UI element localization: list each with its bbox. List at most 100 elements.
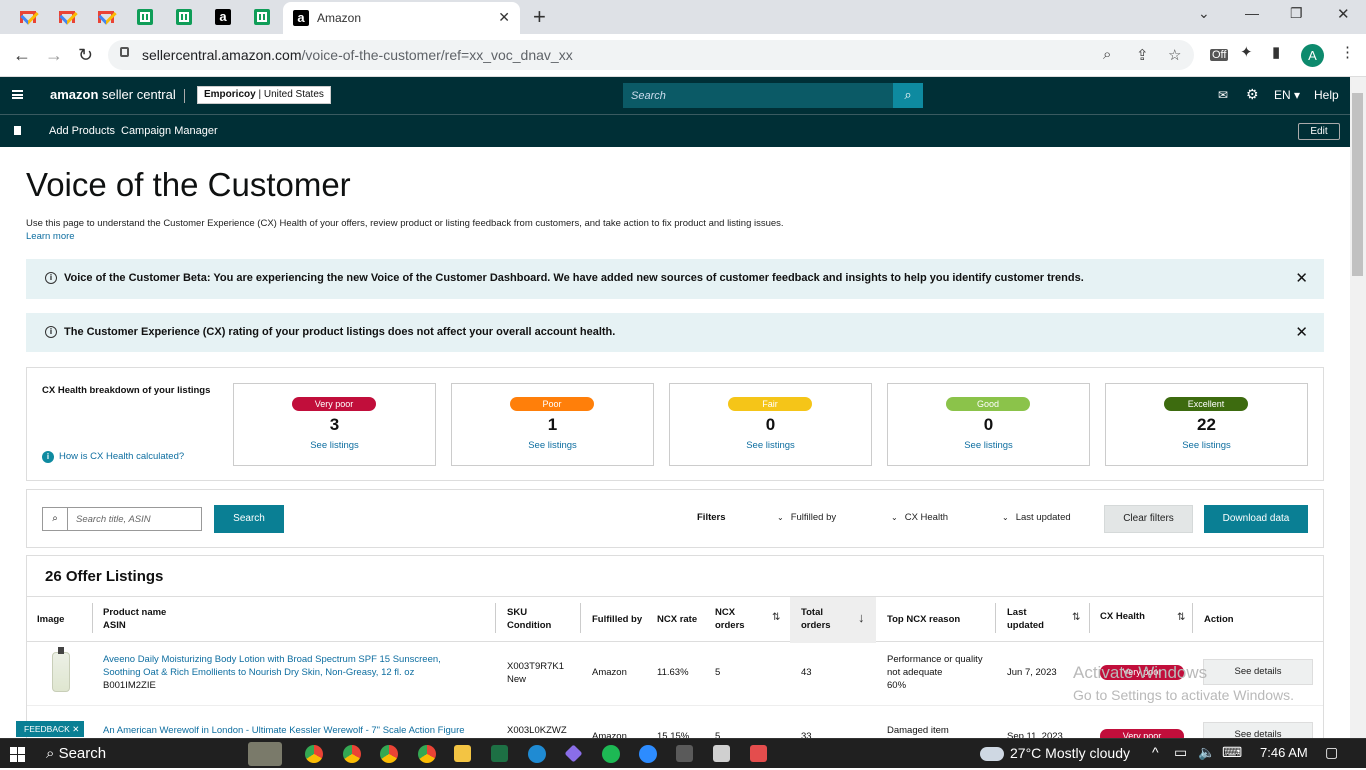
chrome-active-icon[interactable] [418,745,436,763]
reload-icon[interactable]: ↻ [78,45,93,66]
zoom-icon[interactable]: ⌕ [1103,46,1111,63]
weather-text[interactable]: 27°C Mostly cloudy [1010,745,1130,761]
taskbar-clock[interactable]: 7:46 AM [1260,745,1308,760]
sort-icon[interactable]: ⇅ [1072,612,1080,623]
product-name-link[interactable]: An American Werewolf in London - Ultimat… [103,724,465,737]
see-listings-link[interactable]: See listings [888,440,1089,451]
listing-search-input[interactable]: ⌕ Search title, ASIN [42,507,202,531]
product-name-link[interactable]: Aveeno Daily Moisturizing Body Lotion wi… [103,653,441,679]
side-panel-icon[interactable]: ▮ [1272,43,1280,61]
col-cx-health[interactable]: CX Health [1100,610,1145,623]
settings-gear-icon[interactable]: ⚙ [1246,86,1259,103]
close-window-icon[interactable]: ✕ [1337,5,1350,23]
search-button[interactable]: Search [214,505,284,533]
app-icon[interactable] [564,744,583,763]
edit-nav-button[interactable]: Edit [1298,123,1340,140]
header-search-button[interactable]: ⌕ [893,83,923,108]
volume-icon[interactable]: 🔈 [1198,744,1215,761]
col-total-orders[interactable]: Total orders [801,606,831,632]
listings-count-title: 26 Offer Listings [45,568,164,585]
see-listings-link[interactable]: See listings [670,440,871,451]
sheets-tab-icon[interactable] [134,6,156,28]
hamburger-menu-icon[interactable] [12,90,23,99]
sku-value: X003L0KZWZ [507,725,567,736]
nav-campaign-manager[interactable]: Campaign Manager [121,125,218,137]
how-cx-calculated-link[interactable]: i How is CX Health calculated? [42,451,184,463]
gmail-tab-icon[interactable] [56,6,78,28]
tray-chevron-icon[interactable]: ^ [1152,744,1159,760]
active-tab[interactable]: a Amazon ✕ [283,2,520,34]
last-updated-dropdown[interactable]: ⌄ Last updated [1002,512,1071,523]
col-last-updated[interactable]: Last updated [1007,606,1044,632]
header-search-input[interactable]: Search [623,83,893,108]
file-explorer-icon[interactable] [454,745,471,762]
page-description: Use this page to understand the Customer… [26,218,784,229]
see-listings-link[interactable]: See listings [452,440,653,451]
fulfilled-by-dropdown[interactable]: ⌄ Fulfilled by [777,512,836,523]
close-banner-icon[interactable]: ✕ [1295,323,1308,341]
notepad-icon[interactable] [713,745,730,762]
snipping-tool-icon[interactable] [750,745,767,762]
share-icon[interactable]: ⇪ [1136,46,1149,64]
search-icon: ⌕ [904,87,912,102]
account-switcher[interactable]: Emporicoy | United States [197,86,331,104]
omnibox[interactable]: sellercentral.amazon.com/voice-of-the-cu… [108,40,1194,70]
zoom-app-icon[interactable] [639,745,657,763]
gmail-tab-icon[interactable] [17,6,39,28]
spotify-icon[interactable] [602,745,620,763]
extension-off-icon[interactable]: Off [1210,49,1229,61]
amazon-tab-icon[interactable]: a [212,6,234,28]
restore-icon[interactable]: ❐ [1290,5,1303,22]
minimize-icon[interactable]: — [1245,5,1259,21]
new-tab-icon[interactable]: + [533,4,546,30]
calculator-icon[interactable] [676,745,693,762]
browser-menu-icon[interactable]: ⋮ [1340,43,1355,61]
scrollbar-thumb[interactable] [1352,93,1363,276]
network-icon[interactable]: ▭ [1174,744,1187,761]
cx-status-pill: Excellent [1164,397,1248,411]
sheets-tab-icon[interactable] [251,6,273,28]
mail-icon[interactable]: ✉ [1218,88,1228,102]
windows-taskbar: ⌕ Search 27°C Mostly cloudy ^ ▭ 🔈 ⌨ 7:46… [0,738,1366,768]
cx-health-dropdown[interactable]: ⌄ CX Health [891,512,948,523]
chrome-icon[interactable] [380,745,398,763]
extensions-puzzle-icon[interactable]: ✦ [1240,43,1253,61]
gmail-tab-icon[interactable] [95,6,117,28]
feedback-button[interactable]: FEEDBACK ✕ [16,721,84,737]
sheets-tab-icon[interactable] [173,6,195,28]
forward-icon[interactable]: → [45,45,63,66]
chrome-icon[interactable] [343,745,361,763]
col-sku: SKU Condition [507,607,552,631]
sort-icon[interactable]: ⇅ [1177,612,1185,623]
excel-icon[interactable] [491,745,508,762]
top-ncx-reason: Performance or quality not adequate 60% [887,654,983,691]
windows-start-icon[interactable] [10,747,25,762]
tab-search-icon[interactable]: ⌄ [1198,5,1210,22]
notifications-icon[interactable]: ▢ [1325,744,1338,761]
close-tab-icon[interactable]: ✕ [498,9,510,26]
back-icon[interactable]: ← [13,45,31,66]
nav-add-products[interactable]: Add Products [49,125,115,137]
see-listings-link[interactable]: See listings [234,440,435,451]
page-title: Voice of the Customer [26,166,351,203]
close-banner-icon[interactable]: ✕ [1295,269,1308,287]
taskbar-search[interactable]: ⌕ Search [46,745,106,762]
clear-filters-button[interactable]: Clear filters [1104,505,1193,533]
cx-card-excellent: Excellent 22 See listings [1105,383,1308,466]
sort-icon[interactable]: ⇅ [772,612,780,623]
chrome-icon[interactable] [305,745,323,763]
learn-more-link[interactable]: Learn more [26,231,75,242]
see-listings-link[interactable]: See listings [1106,440,1307,451]
col-ncx-orders[interactable]: NCX orders [715,606,745,632]
language-selector[interactable]: EN ▾ [1274,88,1300,102]
profile-avatar[interactable]: A [1301,44,1324,67]
seller-central-logo[interactable]: amazon seller central [50,87,193,103]
info-icon: i [42,451,54,463]
product-thumbnail[interactable] [52,647,70,692]
edge-icon[interactable] [528,745,546,763]
download-data-button[interactable]: Download data [1204,505,1308,533]
bookmark-star-icon[interactable]: ☆ [1168,46,1181,64]
sort-descending-icon[interactable]: ↓ [858,610,865,625]
keyboard-icon[interactable]: ⌨ [1222,744,1242,761]
help-link[interactable]: Help [1314,88,1339,102]
